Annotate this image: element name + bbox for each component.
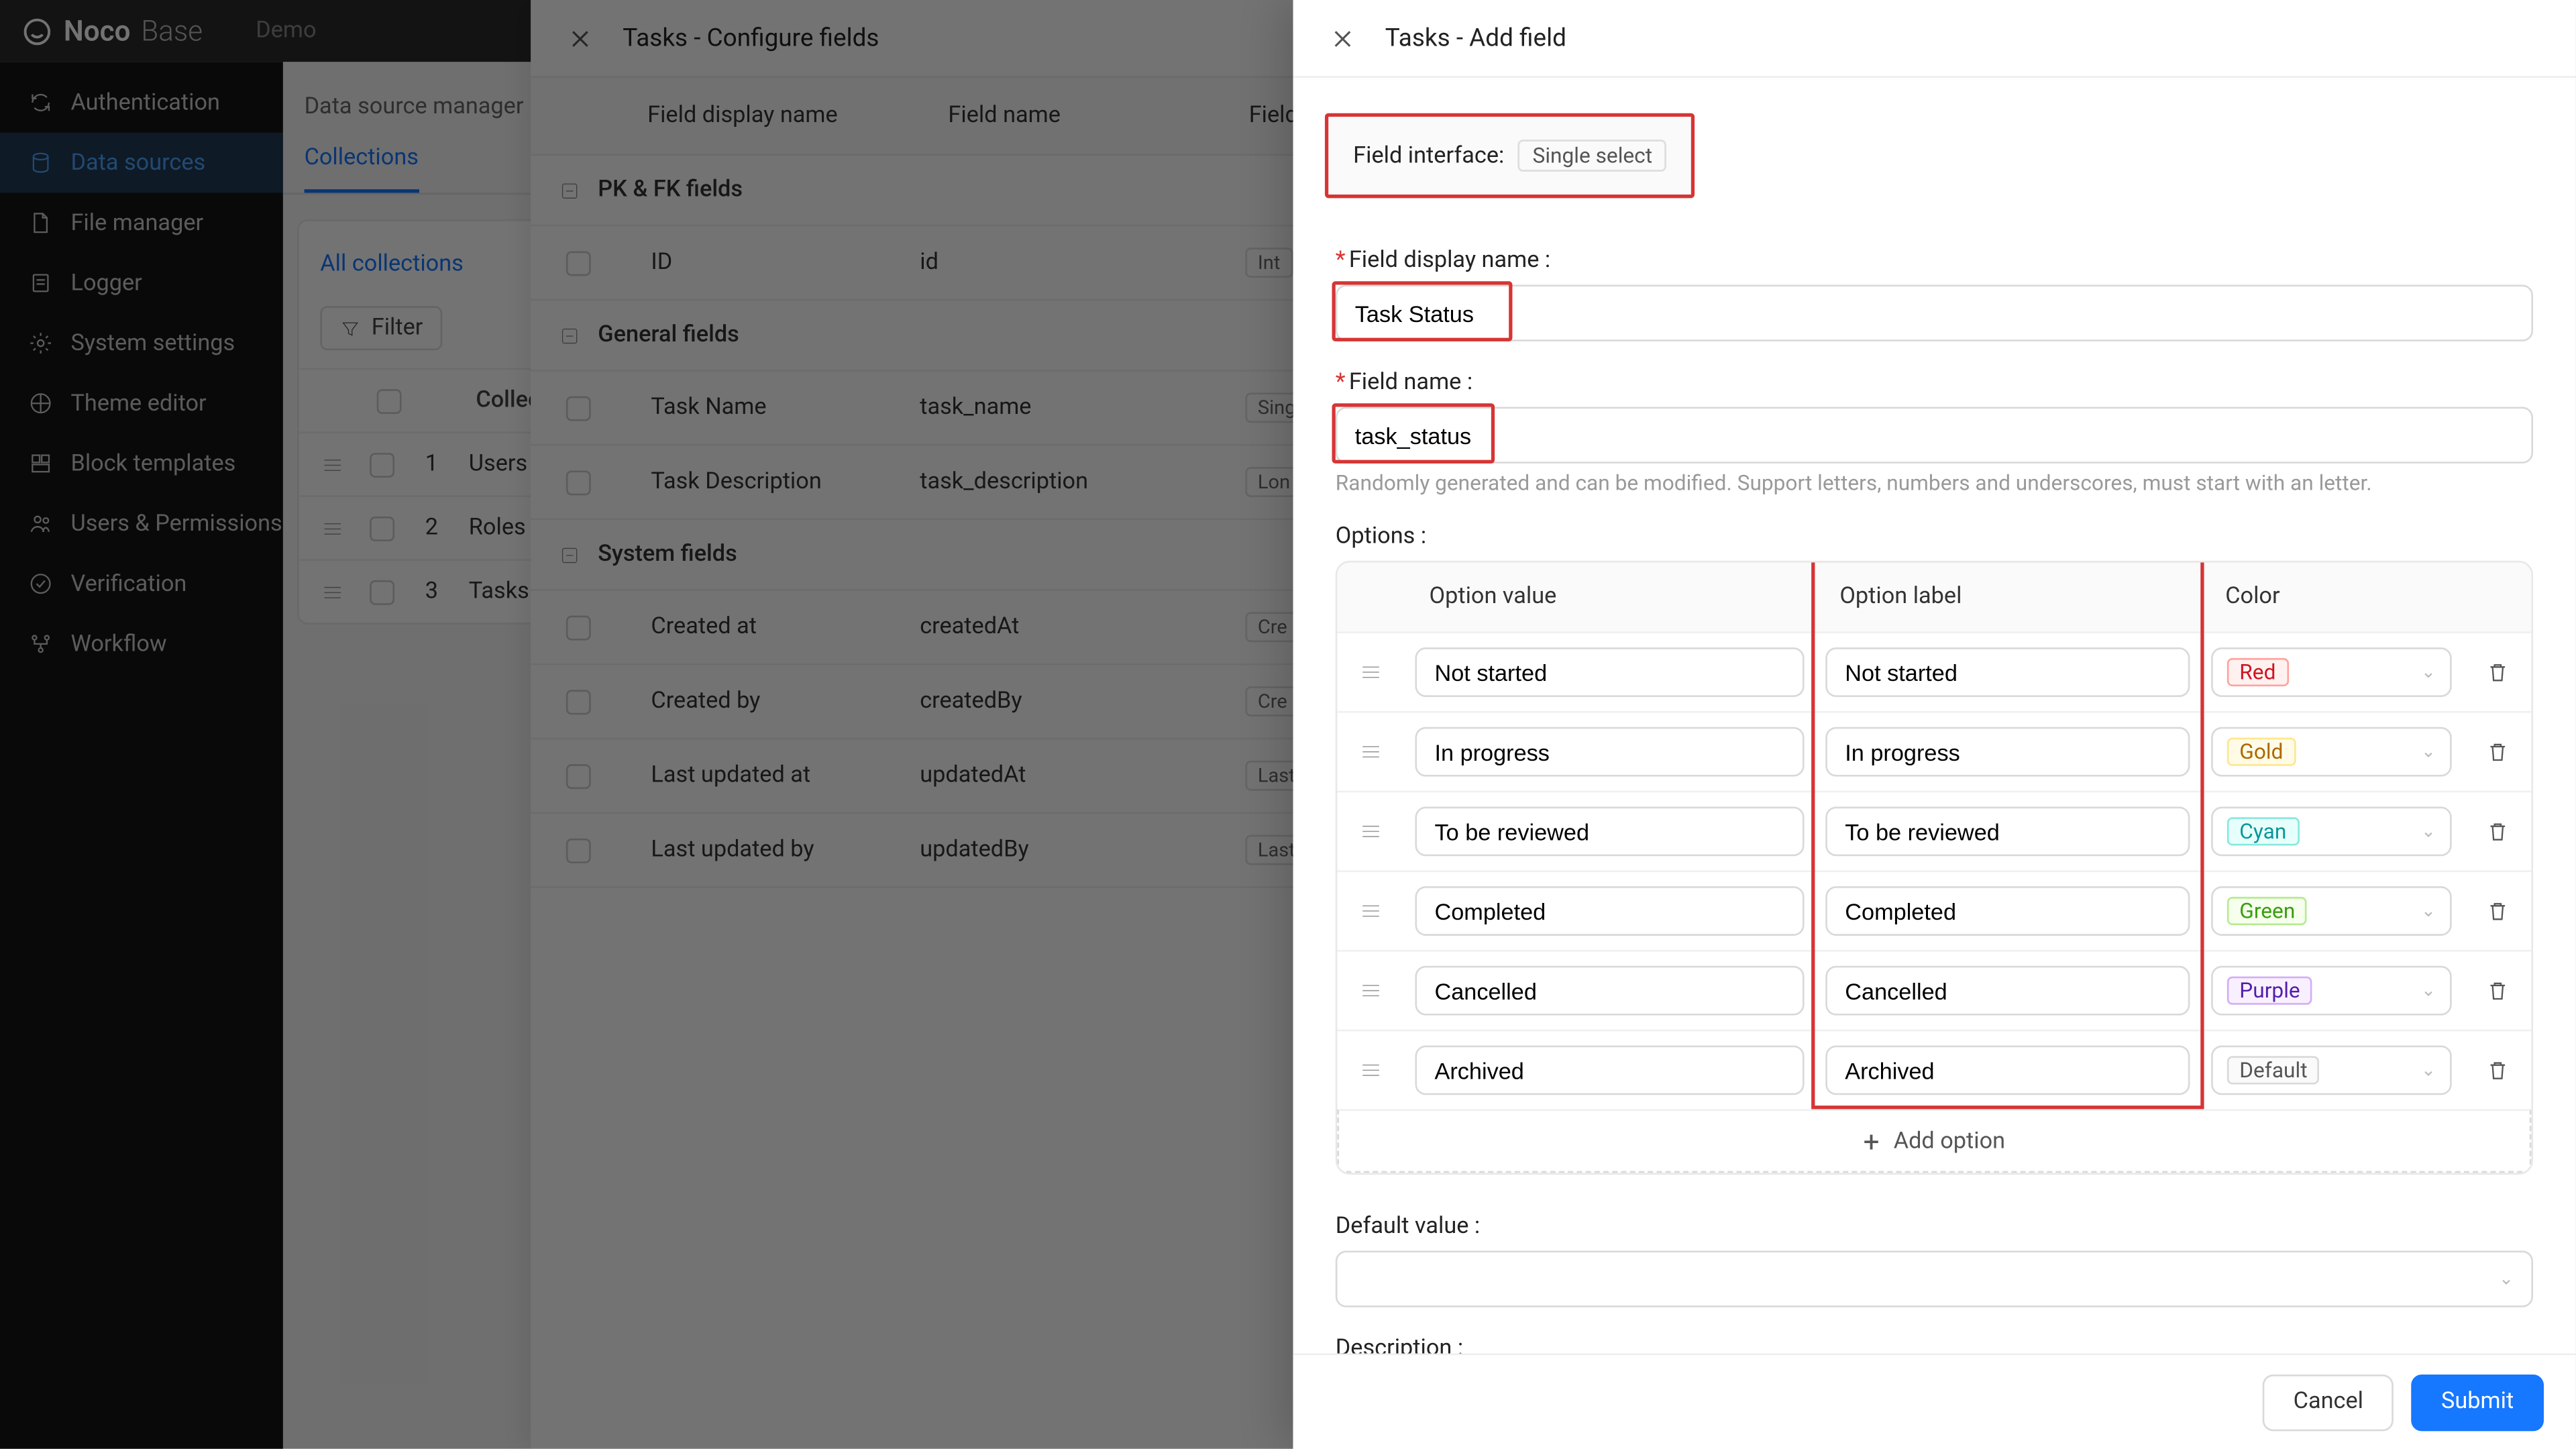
chevron-down-icon: ⌄ [2499, 1269, 2514, 1289]
fname-hint: Randomly generated and can be modified. … [1336, 470, 2533, 495]
color-tag: Green [2227, 897, 2308, 925]
drag-icon [1358, 660, 1383, 685]
field-interface-label: Field interface: [1353, 142, 1504, 169]
drag-icon [1358, 1058, 1383, 1083]
option-row: Default ⌄ [1338, 1030, 2532, 1110]
color-tag: Red [2227, 658, 2288, 686]
drawer-title: Tasks - Add field [1385, 24, 1566, 52]
delete-option-button[interactable] [2485, 899, 2510, 924]
option-value-input[interactable] [1415, 1045, 1805, 1095]
drag-icon [1358, 819, 1383, 844]
option-label-input[interactable] [1825, 806, 2190, 856]
option-color-select[interactable]: Cyan ⌄ [2211, 806, 2452, 856]
opt-head-color: Color [2200, 563, 2462, 632]
option-value-input[interactable] [1415, 886, 1805, 936]
option-color-select[interactable]: Gold ⌄ [2211, 727, 2452, 777]
option-row: Green ⌄ [1338, 870, 2532, 950]
drag-icon [1358, 739, 1383, 764]
opt-head-label: Option label [1839, 584, 1962, 610]
field-name-input[interactable] [1336, 407, 2533, 464]
color-tag: Cyan [2227, 817, 2299, 845]
option-label-input[interactable] [1825, 886, 2190, 936]
option-value-input[interactable] [1415, 727, 1805, 777]
drawer-footer: Cancel Submit [1293, 1353, 2576, 1448]
options-table: Option value Option label Color Red⌄Gold… [1336, 561, 2533, 1175]
default-value-label: Default value : [1336, 1214, 2533, 1240]
color-tag: Default [2227, 1056, 2320, 1084]
delete-option-button[interactable] [2485, 978, 2510, 1003]
option-color-select[interactable]: Green ⌄ [2211, 886, 2452, 936]
chevron-down-icon: ⌄ [2421, 1061, 2436, 1080]
option-label-input[interactable] [1825, 966, 2190, 1016]
chevron-down-icon: ⌄ [2421, 742, 2436, 761]
close-icon [1330, 25, 1355, 50]
delete-option-button[interactable] [2485, 819, 2510, 844]
option-label-input[interactable] [1825, 647, 2190, 697]
option-color-select[interactable]: Default ⌄ [2211, 1045, 2452, 1095]
option-row: Cyan ⌄ [1338, 791, 2532, 871]
add-field-drawer: Tasks - Add field Field interface: Singl… [1293, 0, 2576, 1449]
chevron-down-icon: ⌄ [2421, 663, 2436, 682]
default-value-select[interactable]: ⌄ [1336, 1250, 2533, 1307]
fname-label: *Field name : [1336, 370, 2533, 396]
close-drawer-button[interactable] [1322, 17, 1364, 59]
field-interface-value[interactable]: Single select [1519, 140, 1667, 171]
modal-overlay[interactable] [0, 0, 1293, 1449]
add-option-button[interactable]: + Add option [1338, 1109, 2532, 1173]
delete-option-button[interactable] [2485, 739, 2510, 764]
option-value-input[interactable] [1415, 806, 1805, 856]
plus-icon: + [1864, 1124, 1880, 1158]
option-label-input[interactable] [1825, 1045, 2190, 1095]
drag-handle[interactable] [1338, 739, 1405, 764]
fdname-label: *Field display name : [1336, 248, 2533, 274]
add-option-label: Add option [1894, 1128, 2005, 1155]
option-color-select[interactable]: Red ⌄ [2211, 647, 2452, 697]
drag-handle[interactable] [1338, 899, 1405, 924]
option-value-input[interactable] [1415, 966, 1805, 1016]
field-interface-box: Field interface: Single select [1325, 113, 1695, 199]
options-label: Options : [1336, 524, 2533, 551]
chevron-down-icon: ⌄ [2421, 822, 2436, 841]
color-tag: Purple [2227, 977, 2312, 1005]
color-tag: Gold [2227, 738, 2296, 766]
drag-handle[interactable] [1338, 819, 1405, 844]
delete-option-button[interactable] [2485, 1058, 2510, 1083]
option-row: Red ⌄ [1338, 631, 2532, 711]
drag-icon [1358, 899, 1383, 924]
delete-option-button[interactable] [2485, 660, 2510, 685]
cancel-button[interactable]: Cancel [2263, 1374, 2394, 1430]
option-value-input[interactable] [1415, 647, 1805, 697]
opt-head-value: Option value [1405, 563, 1815, 632]
chevron-down-icon: ⌄ [2421, 902, 2436, 921]
drag-icon [1358, 978, 1383, 1003]
drag-handle[interactable] [1338, 1058, 1405, 1083]
option-color-select[interactable]: Purple ⌄ [2211, 966, 2452, 1016]
field-display-name-input[interactable] [1336, 285, 2533, 341]
submit-button[interactable]: Submit [2411, 1374, 2544, 1430]
option-row: Purple ⌄ [1338, 950, 2532, 1030]
option-label-input[interactable] [1825, 727, 2190, 777]
option-row: Gold ⌄ [1338, 711, 2532, 791]
drag-handle[interactable] [1338, 660, 1405, 685]
drag-handle[interactable] [1338, 978, 1405, 1003]
chevron-down-icon: ⌄ [2421, 981, 2436, 1000]
